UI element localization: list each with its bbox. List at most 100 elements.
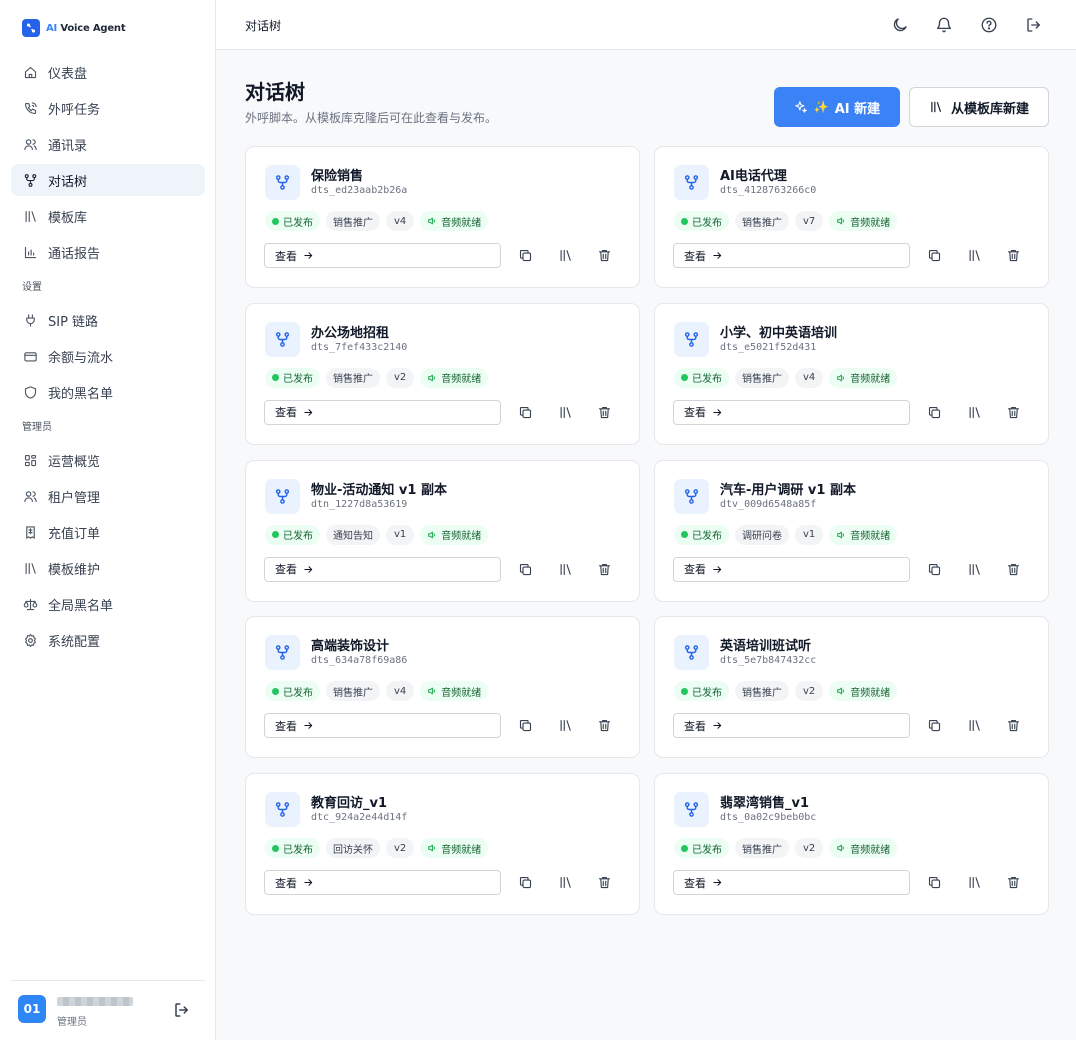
help-icon[interactable] (980, 16, 998, 34)
view-button[interactable]: 查看 (673, 556, 910, 582)
copy-icon[interactable] (927, 718, 942, 733)
create-from-template-label: 从模板库新建 (950, 101, 1029, 117)
card-id: dts_ed23aab2b26a (311, 185, 408, 196)
category-badge: 销售推广 (735, 681, 789, 702)
logout-icon[interactable] (1025, 16, 1043, 34)
library-icon[interactable] (967, 562, 982, 577)
published-badge: 已发布 (265, 524, 320, 545)
published-badge: 已发布 (674, 681, 729, 702)
trash-icon[interactable] (1006, 405, 1021, 420)
brand[interactable]: AI Voice Agent (22, 19, 126, 37)
view-button[interactable]: 查看 (673, 713, 910, 739)
view-button[interactable]: 查看 (264, 243, 501, 268)
copy-icon[interactable] (927, 562, 942, 577)
create-from-template-button[interactable]: 从模板库新建 (909, 87, 1049, 127)
library-icon[interactable] (558, 875, 573, 890)
library-icon[interactable] (967, 718, 982, 733)
dialog-tree-card: AI电话代理 dts_4128763266c0 已发布 销售推广 v7 音频就绪 查看 (654, 146, 1049, 288)
category-badge: 销售推广 (735, 211, 789, 231)
trash-icon[interactable] (597, 718, 612, 733)
view-button[interactable]: 查看 (264, 556, 501, 582)
sidebar-item[interactable]: 外呼任务 (11, 92, 205, 124)
view-button[interactable]: 查看 (673, 399, 910, 425)
view-button[interactable]: 查看 (264, 713, 501, 739)
view-button[interactable]: 查看 (264, 399, 501, 425)
arrow-right-icon (713, 409, 722, 416)
copy-icon[interactable] (518, 875, 533, 890)
sidebar-item[interactable]: 全局黑名单 (11, 588, 205, 620)
view-button[interactable]: 查看 (673, 870, 910, 896)
dialog-tree-card: 高端装饰设计 dts_634a78f69a86 已发布 销售推广 v4 音频就绪 查看 (245, 616, 640, 759)
library-icon[interactable] (967, 405, 982, 420)
card-title: 物业-活动通知 v1 副本 (311, 482, 447, 498)
trash-icon[interactable] (597, 248, 612, 263)
logout-icon[interactable] (173, 1001, 191, 1019)
copy-icon[interactable] (927, 248, 942, 263)
ai-create-button[interactable]: ✨ AI 新建 (774, 87, 900, 127)
bell-icon[interactable] (935, 16, 953, 34)
library-icon[interactable] (558, 718, 573, 733)
card-id: dtc_924a2e44d14f (311, 812, 408, 824)
sidebar-item[interactable]: 我的黑名单 (11, 376, 205, 408)
copy-icon[interactable] (927, 875, 942, 890)
copy-icon[interactable] (518, 248, 533, 263)
view-button[interactable]: 查看 (264, 870, 501, 896)
trash-icon[interactable] (1006, 248, 1021, 263)
copy-icon[interactable] (518, 405, 533, 420)
user-role: 管理员 (57, 1017, 87, 1028)
trash-icon[interactable] (1006, 562, 1021, 577)
library-icon[interactable] (967, 875, 982, 890)
trash-icon[interactable] (597, 562, 612, 577)
speaker-icon (837, 844, 845, 852)
sidebar-item-label: 对话树 (48, 174, 88, 190)
avatar[interactable]: 01 (18, 995, 46, 1023)
trash-icon[interactable] (597, 875, 612, 890)
sidebar-item-label: 充值订单 (48, 526, 101, 542)
sidebar-item[interactable]: 余额与流水 (11, 340, 205, 372)
library-icon[interactable] (558, 405, 573, 420)
bar-chart-icon (24, 246, 37, 258)
sidebar-item[interactable]: SIP 链路 (11, 304, 205, 336)
copy-icon[interactable] (518, 718, 533, 733)
trash-icon[interactable] (1006, 718, 1021, 733)
sidebar-item[interactable]: 通话报告 (11, 236, 205, 268)
sidebar-item[interactable]: 对话树 (11, 164, 205, 196)
copy-icon[interactable] (518, 562, 533, 577)
user-name-redacted (57, 997, 133, 1006)
library-icon[interactable] (967, 248, 982, 263)
sidebar-item[interactable]: 模板维护 (11, 552, 205, 584)
arrow-right-icon (304, 409, 313, 416)
sidebar-item-label: 通话报告 (48, 246, 101, 262)
card-id: dtv_009d6548a85f (720, 498, 817, 510)
library-icon[interactable] (558, 562, 573, 577)
arrow-right-icon (713, 565, 722, 573)
sidebar-item[interactable]: 充值订单 (11, 516, 205, 548)
view-button[interactable]: 查看 (673, 243, 910, 268)
sidebar-item-label: 仪表盘 (48, 66, 88, 82)
published-badge: 已发布 (674, 367, 729, 388)
copy-icon[interactable] (927, 405, 942, 420)
sidebar-item[interactable]: 租户管理 (11, 480, 205, 512)
sidebar-item[interactable]: 运营概览 (11, 444, 205, 476)
trash-icon[interactable] (597, 405, 612, 420)
speaker-icon (837, 374, 845, 382)
sidebar-item[interactable]: 仪表盘 (11, 56, 205, 88)
sidebar-item[interactable]: 模板库 (11, 200, 205, 232)
card-id: dts_0a02c9beb0bc (720, 812, 817, 824)
sidebar-section-title: 管理员 (22, 422, 52, 433)
moon-icon[interactable] (891, 16, 909, 34)
sidebar-item[interactable]: 系统配置 (11, 624, 205, 656)
library-icon[interactable] (558, 248, 573, 263)
sidebar-item[interactable]: 通讯录 (11, 128, 205, 160)
audio-ready-badge: 音频就绪 (420, 211, 489, 231)
dialog-tree-card: 汽车-用户调研 v1 副本 dtv_009d6548a85f 已发布 调研问卷 v1 音频… (654, 459, 1049, 602)
audio-ready-badge: 音频就绪 (829, 211, 898, 231)
arrow-right-icon (713, 722, 722, 730)
card-id: dts_7fef433c2140 (311, 341, 408, 353)
badge-row: 已发布 销售推广 v2 音频就绪 (674, 681, 898, 702)
card-title: 教育回访_v1 (311, 796, 388, 812)
status-dot-icon (272, 531, 279, 539)
trash-icon[interactable] (1006, 875, 1021, 890)
view-label: 查看 (684, 563, 706, 577)
version-badge: v1 (795, 524, 824, 545)
